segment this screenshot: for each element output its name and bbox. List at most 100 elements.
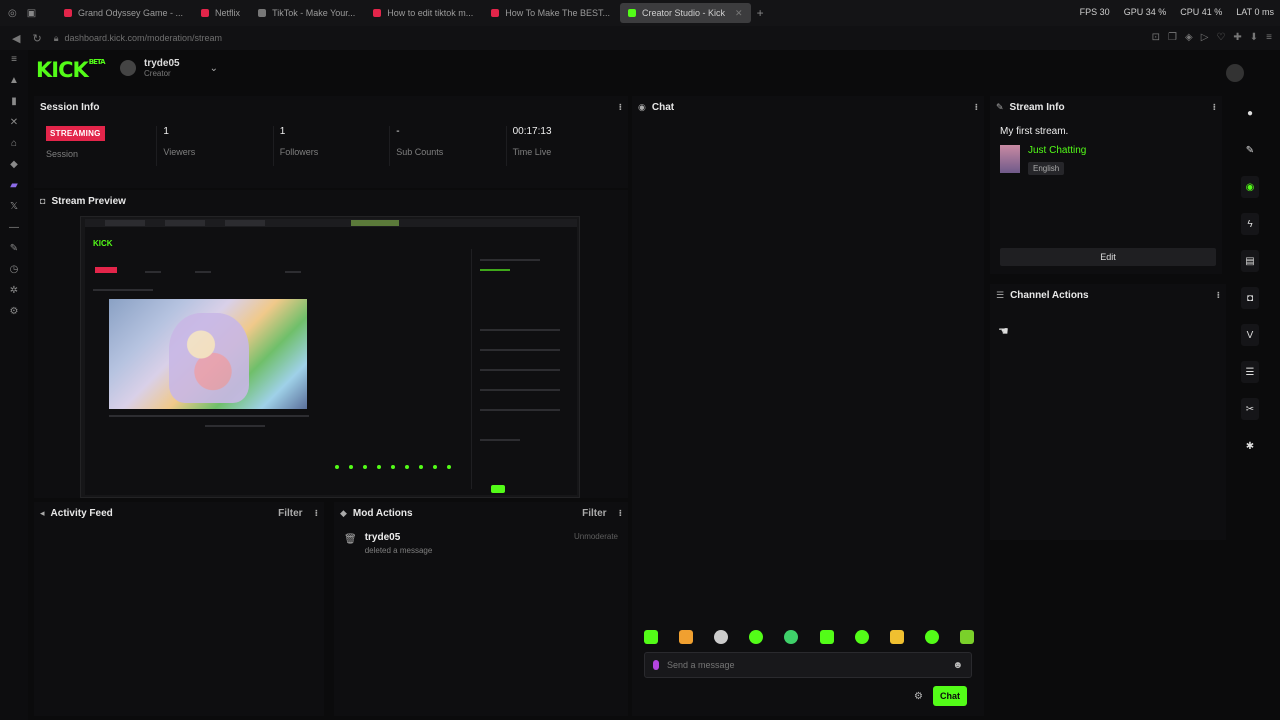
collapse-icon[interactable]: ⁝ — [1213, 102, 1216, 113]
collapse-icon[interactable]: ⁝ — [975, 102, 978, 113]
plus-icon[interactable]: + — [757, 6, 764, 20]
filter-button[interactable]: Filter — [582, 508, 606, 519]
tab-label: Grand Odyssey Game - ... — [78, 8, 184, 18]
preview-tab — [225, 220, 265, 226]
wrench-icon[interactable]: ✂ — [1241, 398, 1259, 420]
sidebar-x-icon[interactable]: 𝕏 — [10, 201, 18, 212]
more-vertical-icon[interactable]: ⁝ — [619, 508, 622, 519]
mod-view-icon[interactable]: ◉ — [1241, 176, 1259, 198]
lightning-icon[interactable]: ϟ — [1241, 213, 1259, 235]
info-icon[interactable]: ● — [1241, 102, 1259, 124]
gear-icon[interactable]: ⚙ — [914, 691, 923, 702]
emote-button[interactable] — [819, 630, 834, 644]
chat-input-box[interactable]: ☻ — [644, 652, 972, 678]
reload-icon[interactable]: ↻ — [32, 32, 41, 45]
stream-category: Just Chatting English — [1000, 145, 1222, 175]
mod-action-user[interactable]: tryde05 — [365, 532, 433, 543]
stream-preview-video[interactable]: KICK — [80, 216, 580, 498]
edit-stream-info-button[interactable]: Edit — [1000, 248, 1216, 266]
document-icon[interactable]: ▤ — [1241, 250, 1259, 272]
close-tab-icon[interactable]: ✕ — [735, 8, 743, 19]
emote-button[interactable] — [714, 630, 729, 644]
preview-emote — [391, 465, 395, 469]
sidebar-menu-icon[interactable]: ≡ — [11, 54, 17, 65]
status-badge: STREAMING — [46, 126, 105, 141]
stat-label: Followers — [279, 147, 319, 157]
sidebar-history-icon[interactable]: ◷ — [10, 264, 19, 275]
sidebar-pin-icon[interactable]: ▲ — [9, 75, 19, 86]
more-vertical-icon[interactable]: ⁝ — [315, 508, 318, 519]
sidebar-settings-icon[interactable]: ⚙ — [10, 306, 19, 317]
download-icon[interactable]: ⬇ — [1250, 32, 1258, 43]
sidebar-puzzle-icon[interactable]: ✲ — [10, 285, 18, 296]
emoji-icon[interactable]: ☻ — [952, 660, 963, 671]
menu-icon[interactable]: ≡ — [1266, 32, 1272, 43]
stream-info-panel: ✎ Stream Info ⁝ My first stream. Just Ch… — [990, 96, 1222, 274]
copy-icon[interactable]: ❐ — [1168, 32, 1177, 43]
channel-actions-panel: ☰ Channel Actions ⁝ — [990, 284, 1226, 540]
kick-logo[interactable]: KICKBETA — [36, 58, 106, 82]
chat-bubble-icon[interactable]: ◘ — [1241, 287, 1259, 309]
emote-button[interactable] — [959, 630, 974, 644]
sidebar-twitch-icon[interactable]: ▰ — [10, 180, 18, 191]
browser-menu-icon[interactable]: ◎ — [8, 8, 17, 19]
collapse-icon[interactable]: ⁝ — [1217, 290, 1220, 301]
user-avatar[interactable] — [1226, 64, 1244, 82]
cpu-readout: CPU 41 % — [1180, 7, 1222, 17]
panel-header: ☰ Channel Actions ⁝ — [990, 284, 1226, 306]
panel-header: ◉ Chat ⁝ — [632, 96, 984, 118]
sidebar-dash-icon[interactable]: — — [9, 222, 19, 233]
emote-button[interactable] — [749, 630, 764, 644]
emote-button[interactable] — [679, 630, 694, 644]
channel-switcher[interactable]: tryde05 Creator ⌄ — [120, 58, 218, 78]
microphone-icon — [653, 660, 659, 670]
send-chat-button[interactable]: Chat — [932, 686, 967, 706]
lat-readout: LAT 0 ms — [1236, 7, 1274, 17]
browser-tab-3[interactable]: How to edit tiktok m... — [365, 3, 481, 23]
chat-input[interactable] — [667, 660, 945, 670]
emote-button[interactable] — [644, 630, 658, 644]
cpu-value: 41 % — [1201, 7, 1223, 17]
preview-emote — [447, 465, 451, 469]
bookmark-icon[interactable]: ⊡ — [1152, 32, 1160, 43]
filter-button[interactable]: Filter — [278, 508, 302, 519]
sidebar-home-icon[interactable]: ⌂ — [11, 138, 17, 149]
preview-chat-button — [491, 485, 505, 493]
emote-button[interactable] — [924, 630, 939, 644]
list-icon[interactable]: ☰ — [1241, 361, 1259, 383]
sidebar-app-icon[interactable]: ◆ — [10, 159, 18, 170]
shield-icon[interactable]: ◈ — [1185, 32, 1193, 43]
pin-icon: ✎ — [996, 101, 1004, 112]
browser-tab-active[interactable]: Creator Studio - Kick ✕ — [620, 3, 751, 23]
emote-button[interactable] — [784, 630, 799, 644]
play-icon[interactable]: ▷ — [1201, 32, 1209, 43]
emote-button[interactable] — [889, 630, 904, 644]
address-bar[interactable]: 🔒︎ dashboard.kick.com/moderation/stream — [54, 33, 222, 44]
workspaces-icon[interactable]: ▣ — [27, 8, 36, 19]
extension-icon[interactable]: ✚ — [1233, 32, 1241, 43]
preview-line — [480, 269, 510, 271]
vip-icon[interactable]: V — [1241, 324, 1259, 346]
sidebar-tools-icon[interactable]: ✕ — [10, 117, 18, 128]
unmoderate-link[interactable]: Unmoderate — [574, 532, 618, 555]
browser-tab-0[interactable]: Grand Odyssey Game - ... — [56, 3, 191, 23]
preview-line — [109, 415, 309, 417]
sidebar-bookmark-icon[interactable]: ▮ — [11, 96, 17, 107]
collapse-icon[interactable]: ⁝ — [619, 102, 622, 113]
pencil-icon[interactable]: ✎ — [1241, 139, 1259, 161]
category-name[interactable]: Just Chatting — [1028, 145, 1086, 156]
browser-tab-1[interactable]: Netflix — [193, 3, 248, 23]
settings-cog-icon[interactable]: ✱ — [1241, 435, 1259, 457]
sidebar-edit-icon[interactable]: ✎ — [10, 243, 18, 254]
browser-tab-2[interactable]: TikTok - Make Your... — [250, 3, 363, 23]
browser-tab-4[interactable]: How To Make The BEST... — [483, 3, 618, 23]
emote-button[interactable] — [854, 630, 869, 644]
preview-line — [480, 369, 560, 371]
preview-emote — [335, 465, 339, 469]
chat-actions: ⚙ Chat — [914, 686, 967, 706]
back-arrow-icon[interactable]: ◀ — [12, 32, 20, 45]
preview-line — [480, 259, 540, 261]
channel-icon: ☰ — [996, 289, 1005, 300]
chevron-down-icon[interactable]: ⌄ — [210, 63, 218, 74]
heart-icon[interactable]: ♡ — [1216, 32, 1225, 43]
